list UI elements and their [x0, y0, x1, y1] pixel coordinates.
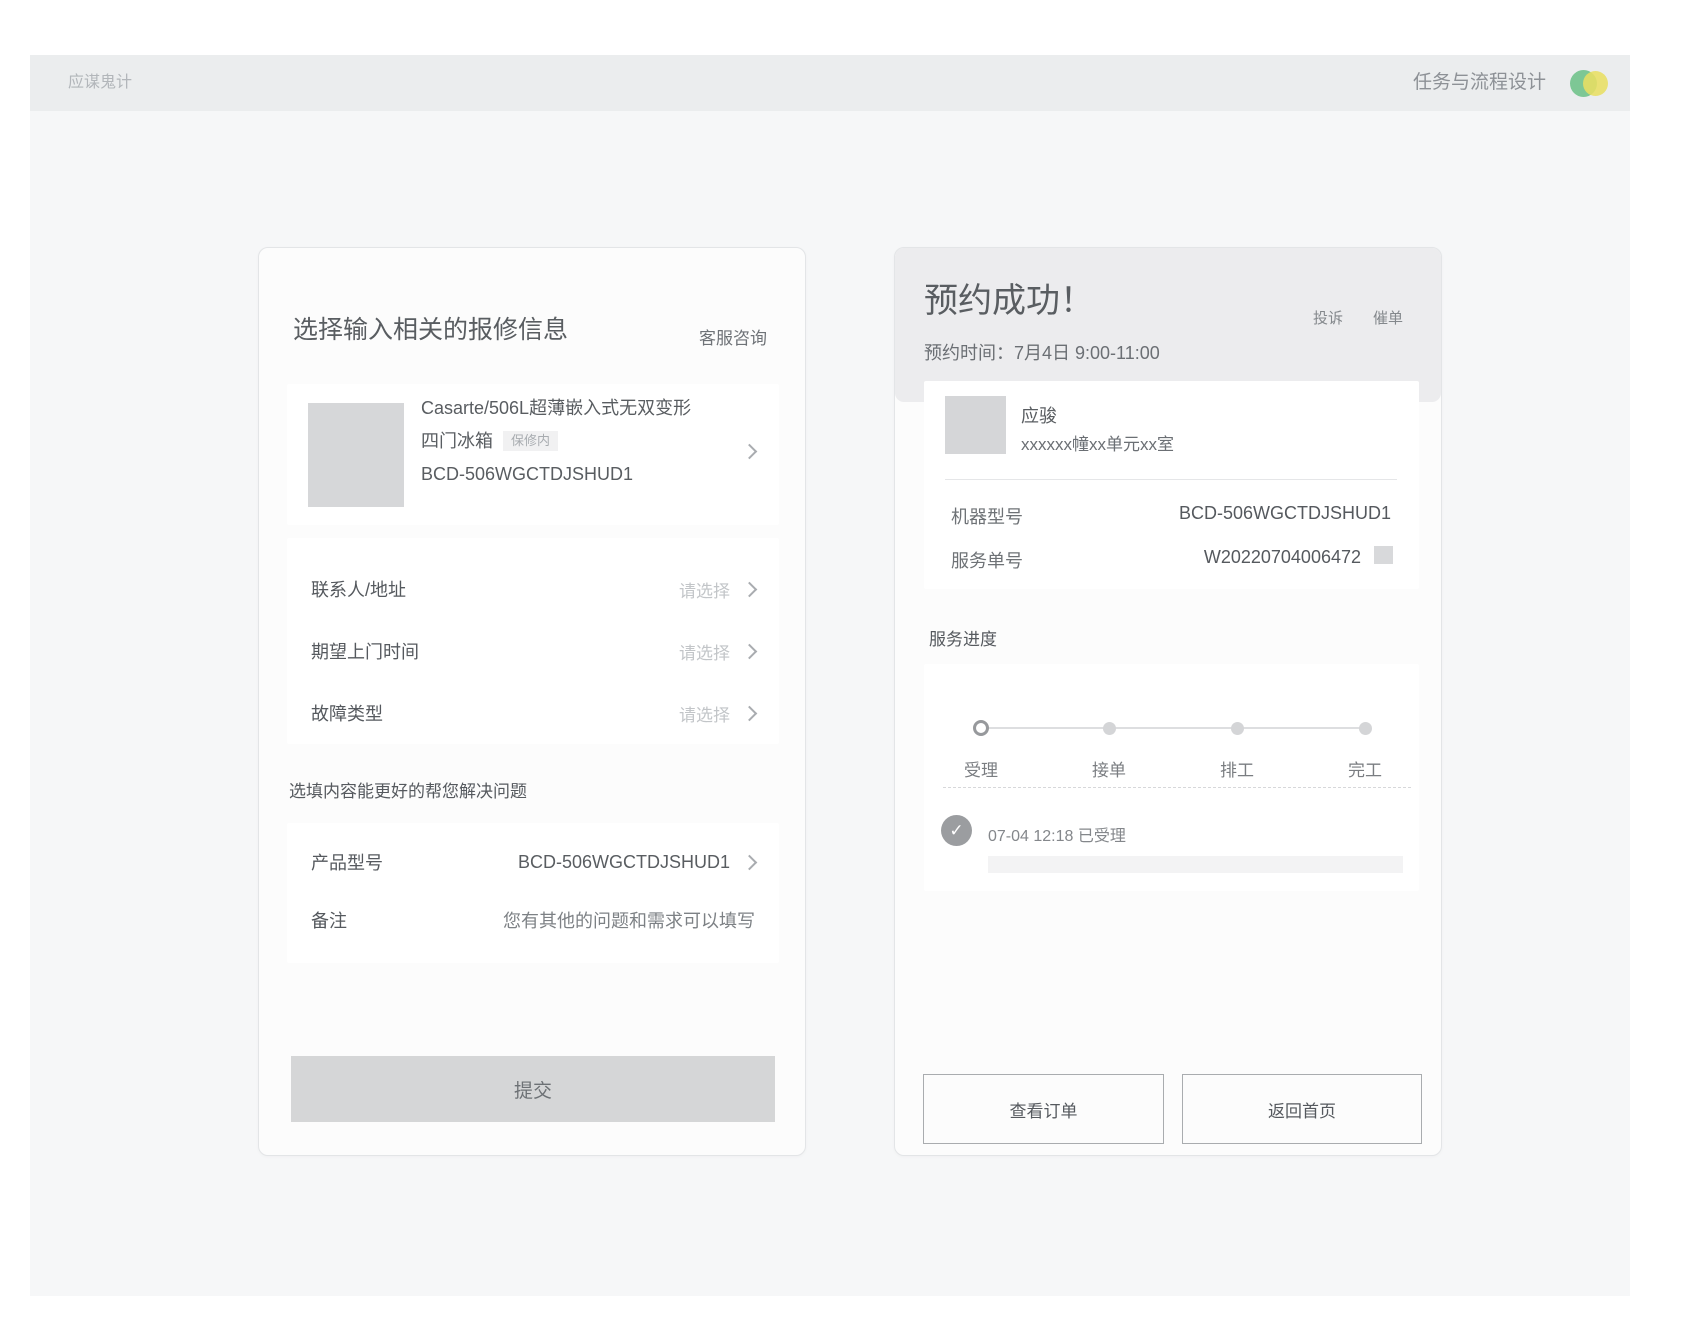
app-title: 应谋鬼计 [68, 55, 132, 111]
chevron-right-icon [742, 581, 758, 597]
urge-order-button[interactable]: 催单 [1358, 300, 1418, 328]
product-model-value: BCD-506WGCTDJSHUD1 [518, 852, 730, 873]
field-value-area: 请选择 [679, 639, 755, 664]
divider [945, 479, 1397, 480]
field-placeholder: 请选择 [679, 701, 730, 726]
product-row[interactable]: Casarte/506L超薄嵌入式无双变形 四门冰箱保修内 BCD-506WGC… [287, 384, 779, 525]
canvas-background: 选择输入相关的报修信息 客服咨询 Casarte/506L超薄嵌入式无双变形 四… [30, 111, 1630, 1296]
view-order-button[interactable]: 查看订单 [923, 1074, 1164, 1144]
machine-model-value: BCD-506WGCTDJSHUD1 [1179, 503, 1391, 524]
field-label: 故障类型 [311, 700, 383, 726]
required-fields-group: 联系人/地址 请选择 期望上门时间 请选择 故障类型 [287, 538, 779, 744]
optional-hint: 选填内容能更好的帮您解决问题 [289, 777, 527, 802]
product-name-line2-text: 四门冰箱 [421, 431, 493, 451]
design-canvas: 应谋鬼计 任务与流程设计 选择输入相关的报修信息 客服咨询 Casarte/50… [0, 0, 1688, 1342]
step-label-scheduled: 排工 [1203, 756, 1271, 781]
copy-icon[interactable] [1374, 546, 1393, 564]
page-title: 选择输入相关的报修信息 [293, 317, 568, 343]
note-row[interactable]: 备注 您有其他的问题和需求可以填写 [311, 889, 755, 951]
progress-track [981, 727, 1365, 729]
warranty-badge: 保修内 [503, 431, 558, 451]
urge-order-label: 催单 [1358, 307, 1418, 328]
avatar [945, 396, 1006, 454]
dashed-divider [943, 787, 1411, 788]
field-label: 备注 [311, 907, 347, 933]
step-dot [1103, 722, 1116, 735]
booking-success-screen: 预约成功！ 预约时间：7月4日 9:00-11:00 投诉 催单 应骏 xxxx… [894, 247, 1442, 1156]
field-row-visit-time[interactable]: 期望上门时间 请选择 [311, 620, 755, 682]
chevron-right-icon [742, 705, 758, 721]
optional-fields-group: 产品型号 BCD-506WGCTDJSHUD1 备注 您有其他的问题和需求可以填… [287, 823, 779, 963]
field-value-area: BCD-506WGCTDJSHUD1 [518, 852, 755, 873]
field-value-area: 请选择 [679, 577, 755, 602]
step-label-accepted: 受理 [947, 756, 1015, 781]
section-title: 任务与流程设计 [1413, 55, 1546, 111]
complaint-label: 投诉 [1298, 307, 1358, 328]
progress-card: 受理 接单 排工 完工 ✓ 07-04 12:18 已受理 [924, 664, 1419, 891]
field-placeholder: 请选择 [679, 577, 730, 602]
field-label: 产品型号 [311, 849, 383, 875]
product-model-row[interactable]: 产品型号 BCD-506WGCTDJSHUD1 [311, 831, 755, 893]
user-name: 应骏 [1021, 402, 1057, 428]
status-text: 07-04 12:18 已受理 [988, 822, 1126, 846]
product-name-line1: Casarte/506L超薄嵌入式无双变形 [421, 392, 691, 425]
product-info: Casarte/506L超薄嵌入式无双变形 四门冰箱保修内 BCD-506WGC… [421, 392, 691, 491]
progress-section-title: 服务进度 [929, 625, 997, 650]
customer-service-link[interactable]: 客服咨询 [699, 324, 767, 349]
logo-dot-yellow-icon [1583, 71, 1608, 96]
field-row-fault-type[interactable]: 故障类型 请选择 [311, 682, 755, 744]
chevron-right-icon [742, 444, 758, 460]
order-info-card: 应骏 xxxxxx幢xx单元xx室 机器型号 BCD-506WGCTDJSHUD… [924, 381, 1419, 589]
chevron-right-icon [742, 854, 758, 870]
note-placeholder: 您有其他的问题和需求可以填写 [503, 907, 755, 933]
service-order-value: W20220704006472 [1204, 547, 1361, 568]
result-subtitle: 预约时间：7月4日 9:00-11:00 [924, 339, 1160, 365]
product-model: BCD-506WGCTDJSHUD1 [421, 458, 691, 491]
check-icon: ✓ [941, 815, 972, 846]
back-home-button[interactable]: 返回首页 [1182, 1074, 1422, 1144]
topbar: 应谋鬼计 任务与流程设计 [30, 55, 1630, 111]
step-label-done: 完工 [1331, 756, 1399, 781]
complaint-button[interactable]: 投诉 [1298, 300, 1358, 328]
field-label: 联系人/地址 [311, 576, 406, 602]
step-dot [1231, 722, 1244, 735]
field-label: 期望上门时间 [311, 638, 419, 664]
machine-model-label: 机器型号 [951, 503, 1023, 529]
step-dot [1359, 722, 1372, 735]
field-row-contact-address[interactable]: 联系人/地址 请选择 [311, 558, 755, 620]
product-name-line2: 四门冰箱保修内 [421, 425, 691, 458]
field-placeholder: 请选择 [679, 639, 730, 664]
status-detail-placeholder [988, 856, 1403, 873]
product-image-placeholder [308, 403, 404, 507]
step-label-taken: 接单 [1075, 756, 1143, 781]
step-dot-active [973, 720, 989, 736]
user-address: xxxxxx幢xx单元xx室 [1021, 430, 1174, 455]
chevron-right-icon [742, 643, 758, 659]
result-title: 预约成功！ [924, 281, 1094, 321]
repair-form-screen: 选择输入相关的报修信息 客服咨询 Casarte/506L超薄嵌入式无双变形 四… [258, 247, 806, 1156]
submit-button[interactable]: 提交 [291, 1056, 775, 1122]
service-order-label: 服务单号 [951, 547, 1023, 573]
field-value-area: 请选择 [679, 701, 755, 726]
